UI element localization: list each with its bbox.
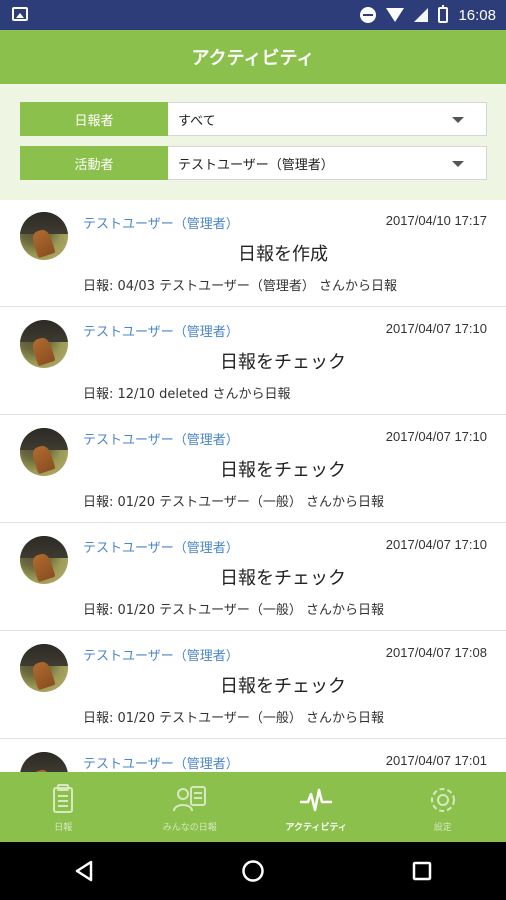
system-nav-bar xyxy=(0,842,506,900)
activity-action: 日報をチェック xyxy=(220,676,346,697)
activity-user[interactable]: テストユーザー（管理者） xyxy=(83,321,239,340)
back-button[interactable] xyxy=(64,851,104,891)
home-button[interactable] xyxy=(233,851,273,891)
tab-label: 日報 xyxy=(54,823,73,833)
status-time: 16:08 xyxy=(458,6,496,24)
tab-label: アクティビティ xyxy=(285,823,347,833)
bottom-tab-bar: 日報 みんなの日報 アクティビティ 設定 xyxy=(0,772,506,842)
activity-item[interactable]: テストユーザー（管理者） 2017/04/07 17:10 日報をチェック 日報… xyxy=(0,308,506,415)
activity-action: 日報をチェック xyxy=(220,460,346,481)
reporter-select-value: すべて xyxy=(178,113,216,129)
tab-settings[interactable]: 設定 xyxy=(380,772,506,842)
activity-timestamp: 2017/04/07 17:10 xyxy=(385,537,487,552)
actor-filter-label: 活動者 xyxy=(20,146,168,180)
activity-user[interactable]: テストユーザー（管理者） xyxy=(83,429,239,448)
activity-item[interactable]: テストユーザー（管理者） 2017/04/07 17:08 日報をチェック 日報… xyxy=(0,632,506,739)
reporter-filter-label: 日報者 xyxy=(20,102,168,136)
activity-user[interactable]: テストユーザー（管理者） xyxy=(83,753,239,772)
reporter-filter: 日報者 すべて xyxy=(20,102,487,136)
activity-timestamp: 2017/04/10 17:17 xyxy=(385,213,487,228)
pulse-icon xyxy=(300,788,333,812)
activity-item[interactable]: テストユーザー（管理者） 2017/04/07 17:10 日報をチェック 日報… xyxy=(0,524,506,631)
activity-detail: 日報: 01/20 テストユーザー（一般） さんから日報 xyxy=(83,603,384,618)
dropdown-arrow-icon xyxy=(452,161,464,167)
activity-timestamp: 2017/04/07 17:10 xyxy=(385,321,487,336)
do-not-disturb-icon xyxy=(360,7,377,23)
home-circle-icon xyxy=(242,860,264,882)
activity-item[interactable]: テストユーザー（管理者） 2017/04/07 17:01 xyxy=(0,740,506,772)
recents-button[interactable] xyxy=(402,851,442,891)
reporter-select[interactable]: すべて xyxy=(168,102,487,136)
recents-square-icon xyxy=(412,861,431,881)
actor-select[interactable]: テストユーザー（管理者） xyxy=(168,146,487,180)
activity-detail: 日報: 01/20 テストユーザー（一般） さんから日報 xyxy=(83,495,384,510)
activity-item[interactable]: テストユーザー（管理者） 2017/04/10 17:17 日報を作成 日報: … xyxy=(0,200,506,307)
avatar xyxy=(20,752,68,772)
tab-activity[interactable]: アクティビティ xyxy=(253,772,380,842)
status-bar: 16:08 xyxy=(0,0,506,30)
activity-action: 日報をチェック xyxy=(220,352,346,373)
activity-item[interactable]: テストユーザー（管理者） 2017/04/07 17:10 日報をチェック 日報… xyxy=(0,416,506,523)
activity-list[interactable]: テストユーザー（管理者） 2017/04/10 17:17 日報を作成 日報: … xyxy=(0,200,506,772)
status-icons: 16:08 xyxy=(360,0,496,30)
page-title: アクティビティ xyxy=(191,48,315,69)
activity-detail: 日報: 01/20 テストユーザー（一般） さんから日報 xyxy=(83,711,384,726)
activity-user[interactable]: テストユーザー（管理者） xyxy=(83,213,239,232)
battery-icon xyxy=(438,5,449,23)
activity-action: 日報を作成 xyxy=(238,244,328,265)
back-triangle-icon xyxy=(76,860,93,882)
tab-everyone-reports[interactable]: みんなの日報 xyxy=(127,772,254,842)
tab-label: みんなの日報 xyxy=(162,823,217,833)
activity-detail: 日報: 12/10 deleted さんから日報 xyxy=(83,387,291,402)
activity-timestamp: 2017/04/07 17:01 xyxy=(385,753,487,768)
wifi-icon xyxy=(386,8,405,22)
activity-timestamp: 2017/04/07 17:08 xyxy=(385,645,487,660)
actor-filter: 活動者 テストユーザー（管理者） xyxy=(20,146,487,180)
tab-daily-report[interactable]: 日報 xyxy=(0,772,127,842)
tab-label: 設定 xyxy=(433,823,452,833)
filter-panel: 日報者 すべて 活動者 テストユーザー（管理者） xyxy=(0,84,506,200)
activity-action: 日報をチェック xyxy=(220,568,346,589)
activity-user[interactable]: テストユーザー（管理者） xyxy=(83,645,239,664)
activity-timestamp: 2017/04/07 17:10 xyxy=(385,429,487,444)
activity-user[interactable]: テストユーザー（管理者） xyxy=(83,537,239,556)
dropdown-arrow-icon xyxy=(452,117,464,123)
clipboard-icon xyxy=(53,784,74,813)
cell-signal-icon xyxy=(414,8,429,22)
gear-icon xyxy=(430,788,455,812)
people-report-icon xyxy=(172,786,206,812)
image-notification-icon xyxy=(12,7,28,21)
app-bar: アクティビティ xyxy=(0,30,506,84)
actor-select-value: テストユーザー（管理者） xyxy=(178,157,334,173)
activity-detail: 日報: 04/03 テストユーザー（管理者） さんから日報 xyxy=(83,279,397,294)
